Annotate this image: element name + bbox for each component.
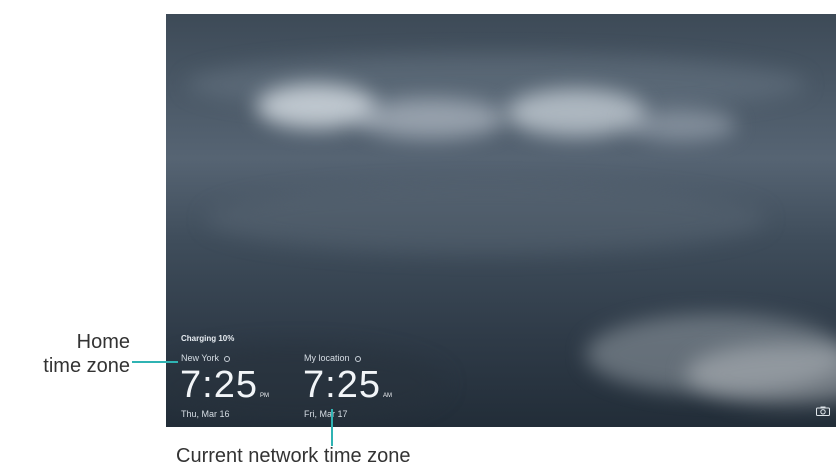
home-city-label: New York: [181, 353, 220, 363]
network-clock-time: 7:25 AM: [303, 366, 392, 404]
location-dot-icon: [224, 355, 231, 362]
home-clock-date: Thu, Mar 16: [181, 409, 230, 419]
home-ampm: PM: [259, 393, 269, 399]
home-label-line2: time zone: [43, 355, 130, 377]
network-clock-city: My location: [304, 353, 361, 363]
cloud-layer: [506, 89, 646, 137]
network-callout-line: [331, 409, 333, 446]
home-label-line1: Home: [76, 331, 130, 353]
lock-screen: Charging 10% New York 7:25 PM Thu, Mar 16…: [166, 14, 836, 427]
location-dot-icon: [354, 355, 361, 362]
network-ampm: AM: [382, 393, 392, 399]
cloud-layer: [206, 184, 766, 254]
network-time-zone-label: Current network time zone: [176, 445, 411, 467]
network-city-label: My location: [304, 353, 350, 363]
home-callout-line: [132, 361, 178, 363]
network-time-value: 7:25: [303, 364, 381, 406]
home-clock-time: 7:25 PM: [180, 366, 269, 404]
camera-icon[interactable]: [816, 406, 830, 416]
cloud-layer: [626, 109, 736, 141]
network-clock-date: Fri, Mar 17: [304, 409, 348, 419]
home-clock-city: New York: [181, 353, 231, 363]
home-time-zone-label: Home time zone: [0, 330, 130, 378]
cloud-layer: [356, 99, 506, 139]
charging-status: Charging 10%: [181, 334, 235, 343]
home-time-value: 7:25: [180, 364, 258, 406]
